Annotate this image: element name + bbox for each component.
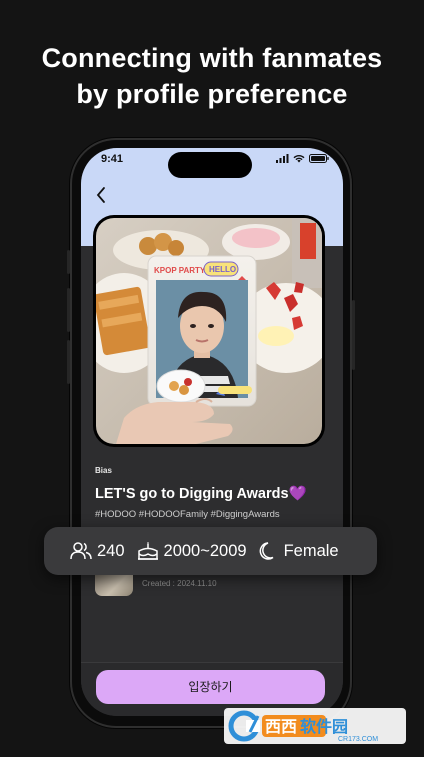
- phone-power-button: [352, 300, 355, 370]
- status-icons: [276, 154, 329, 163]
- dynamic-island: [168, 152, 252, 178]
- svg-text:软件园: 软件园: [300, 717, 348, 736]
- signal-icon: [276, 154, 289, 163]
- photocard-sign-text: KPOP PARTY: [154, 266, 206, 275]
- created-date: Created : 2024.11.10: [142, 579, 217, 588]
- members-count: 240: [97, 541, 125, 560]
- people-icon: [70, 542, 92, 560]
- watermark-logo: 西西 软件园 CR173.COM: [224, 706, 406, 746]
- headline-line-1: Connecting with fanmates: [41, 43, 383, 73]
- bias-label: Bias: [95, 466, 112, 475]
- wifi-icon: [293, 155, 305, 163]
- cr173-logo: 西西 软件园 CR173.COM: [224, 708, 406, 744]
- room-title: LET'S go to Digging Awards💜: [95, 486, 307, 502]
- phone-screen: 9:41 KPOP PARTY HELLO Bias LET'S go to D…: [81, 148, 343, 716]
- photocard-image: KPOP PARTY HELLO: [96, 218, 322, 444]
- moon-icon: [259, 542, 274, 560]
- phone-volume-up: [67, 288, 70, 332]
- back-button[interactable]: [95, 186, 115, 206]
- status-time: 9:41: [101, 153, 124, 165]
- photocard-sticker-text: HELLO: [209, 265, 236, 274]
- phone-side-button: [67, 250, 70, 274]
- svg-text:西西: 西西: [265, 717, 297, 736]
- birth-range-info: 2000~2009: [137, 541, 247, 561]
- gender: Female: [283, 541, 339, 560]
- headline-line-2: by profile preference: [76, 79, 348, 109]
- room-photo: KPOP PARTY HELLO: [96, 218, 322, 444]
- cake-icon: [137, 542, 158, 560]
- members-info: 240: [70, 541, 125, 561]
- birth-range: 2000~2009: [163, 541, 247, 560]
- gender-info: Female: [259, 541, 339, 561]
- watermark-site: CR173.COM: [338, 736, 378, 743]
- phone-volume-down: [67, 340, 70, 384]
- battery-icon: [309, 154, 329, 163]
- room-info-pill: 240 2000~2009 Female: [44, 527, 377, 575]
- room-hashtags: #HODOO #HODOOFamily #DiggingAwards: [95, 509, 280, 520]
- chevron-left-icon: [96, 187, 105, 203]
- promo-headline: Connecting with fanmates by profile pref…: [0, 40, 424, 112]
- enter-button[interactable]: 입장하기: [96, 670, 325, 704]
